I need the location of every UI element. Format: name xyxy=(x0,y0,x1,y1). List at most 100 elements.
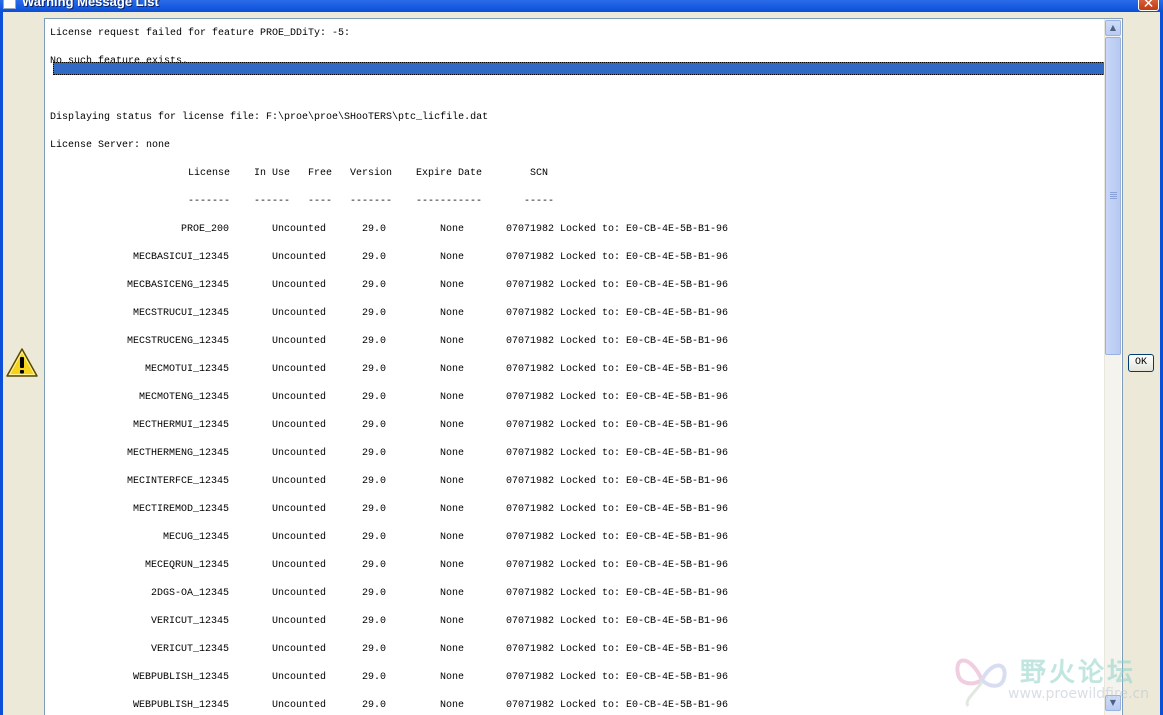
message-line: License Server: none xyxy=(50,140,171,151)
license-scn: 07071982 xyxy=(506,280,555,291)
license-name: MECTHERMUI_12345 xyxy=(132,420,229,431)
license-name: MECSTRUCUI_12345 xyxy=(132,308,229,319)
table-row: WEBPUBLISH_12345 Uncounted 29.0 None 070… xyxy=(50,671,1100,685)
table-row: MECEQRUN_12345 Uncounted 29.0 None 07071… xyxy=(50,559,1100,573)
vertical-scrollbar[interactable]: ▲ ▼ xyxy=(1104,19,1121,715)
separator-free: ---- xyxy=(308,196,333,207)
license-scn: 07071982 xyxy=(506,448,555,459)
license-name: MECTIREMOD_12345 xyxy=(132,504,229,515)
header-scn: SCN xyxy=(530,168,549,179)
table-row: MECBASICENG_12345 Uncounted 29.0 None 07… xyxy=(50,279,1100,293)
license-expire: None xyxy=(440,308,465,319)
license-version: 29.0 xyxy=(362,616,387,627)
window-title: Warning Message List xyxy=(22,0,159,9)
table-row: MECTHERMENG_12345 Uncounted 29.0 None 07… xyxy=(50,447,1100,461)
license-scn: 07071982 xyxy=(506,532,555,543)
license-lock: Locked to: E0-CB-4E-5B-B1-96 xyxy=(560,308,729,319)
license-expire: None xyxy=(440,392,465,403)
close-button[interactable]: ✕ xyxy=(1138,0,1159,12)
license-scn: 07071982 xyxy=(506,588,555,599)
message-list[interactable]: License request failed for feature PROE_… xyxy=(44,18,1123,715)
ok-button[interactable]: OK xyxy=(1128,354,1154,372)
license-name: MECINTERFCE_12345 xyxy=(126,476,229,487)
license-expire: None xyxy=(440,532,465,543)
table-row: MECMOTUI_12345 Uncounted 29.0 None 07071… xyxy=(50,363,1100,377)
table-row: MECUG_12345 Uncounted 29.0 None 07071982… xyxy=(50,531,1100,545)
license-lock: Locked to: E0-CB-4E-5B-B1-96 xyxy=(560,336,729,347)
license-scn: 07071982 xyxy=(506,560,555,571)
license-lock: Locked to: E0-CB-4E-5B-B1-96 xyxy=(560,504,729,515)
grip-icon xyxy=(1110,192,1117,200)
license-name: 2DGS-OA_12345 xyxy=(150,588,229,599)
selected-row-highlight[interactable] xyxy=(53,62,1107,75)
table-row: WEBPUBLISH_12345 Uncounted 29.0 None 070… xyxy=(50,699,1100,713)
license-lock: Locked to: E0-CB-4E-5B-B1-96 xyxy=(560,672,729,683)
license-scn: 07071982 xyxy=(506,672,555,683)
table-row: MECBASICUI_12345 Uncounted 29.0 None 070… xyxy=(50,251,1100,265)
license-name: MECTHERMENG_12345 xyxy=(126,448,229,459)
license-lock: Locked to: E0-CB-4E-5B-B1-96 xyxy=(560,532,729,543)
license-lock: Locked to: E0-CB-4E-5B-B1-96 xyxy=(560,588,729,599)
license-in-use: Uncounted xyxy=(272,672,327,683)
table-header-separator: ------- ------ ---- ------- ----------- … xyxy=(50,195,1100,209)
license-version: 29.0 xyxy=(362,364,387,375)
watermark-url: www.proewildfire.cn xyxy=(1008,686,1150,702)
watermark-text: 野火论坛 xyxy=(1020,658,1137,688)
license-expire: None xyxy=(440,448,465,459)
license-scn: 07071982 xyxy=(506,420,555,431)
license-expire: None xyxy=(440,476,465,487)
table-row: MECTIREMOD_12345 Uncounted 29.0 None 070… xyxy=(50,503,1100,517)
license-scn: 07071982 xyxy=(506,700,555,711)
license-lock: Locked to: E0-CB-4E-5B-B1-96 xyxy=(560,392,729,403)
license-version: 29.0 xyxy=(362,392,387,403)
license-lock: Locked to: E0-CB-4E-5B-B1-96 xyxy=(560,560,729,571)
license-version: 29.0 xyxy=(362,308,387,319)
license-lock: Locked to: E0-CB-4E-5B-B1-96 xyxy=(560,280,729,291)
license-scn: 07071982 xyxy=(506,308,555,319)
warning-icon xyxy=(6,348,38,377)
license-in-use: Uncounted xyxy=(272,448,327,459)
license-version: 29.0 xyxy=(362,644,387,655)
scroll-up-icon[interactable]: ▲ xyxy=(1105,20,1121,36)
license-in-use: Uncounted xyxy=(272,560,327,571)
license-expire: None xyxy=(440,700,465,711)
license-lock: Locked to: E0-CB-4E-5B-B1-96 xyxy=(560,364,729,375)
license-name: MECUG_12345 xyxy=(162,532,229,543)
license-expire: None xyxy=(440,560,465,571)
license-in-use: Uncounted xyxy=(272,420,327,431)
license-expire: None xyxy=(440,616,465,627)
license-in-use: Uncounted xyxy=(272,588,327,599)
license-version: 29.0 xyxy=(362,252,387,263)
license-lock: Locked to: E0-CB-4E-5B-B1-96 xyxy=(560,700,729,711)
license-expire: None xyxy=(440,644,465,655)
license-expire: None xyxy=(440,420,465,431)
license-in-use: Uncounted xyxy=(272,336,327,347)
window-icon xyxy=(3,0,16,9)
separator-in-use: ------ xyxy=(254,196,291,207)
table-row: 2DGS-OA_12345 Uncounted 29.0 None 070719… xyxy=(50,587,1100,601)
license-version: 29.0 xyxy=(362,224,387,235)
license-name: MECBASICUI_12345 xyxy=(132,252,229,263)
scrollbar-thumb[interactable] xyxy=(1105,37,1121,355)
license-scn: 07071982 xyxy=(506,476,555,487)
dialog-client-area: License request failed for feature PROE_… xyxy=(3,12,1160,715)
license-version: 29.0 xyxy=(362,560,387,571)
license-in-use: Uncounted xyxy=(272,700,327,711)
message-line: Displaying status for license file: F:\p… xyxy=(50,112,489,123)
license-expire: None xyxy=(440,588,465,599)
license-version: 29.0 xyxy=(362,280,387,291)
license-version: 29.0 xyxy=(362,672,387,683)
separator-expire-date: ----------- xyxy=(416,196,483,207)
header-free: Free xyxy=(308,168,333,179)
license-scn: 07071982 xyxy=(506,504,555,515)
table-row: MECINTERFCE_12345 Uncounted 29.0 None 07… xyxy=(50,475,1100,489)
license-scn: 07071982 xyxy=(506,252,555,263)
license-scn: 07071982 xyxy=(506,224,555,235)
table-row: MECMOTENG_12345 Uncounted 29.0 None 0707… xyxy=(50,391,1100,405)
table-row: MECSTRUCENG_12345 Uncounted 29.0 None 07… xyxy=(50,335,1100,349)
license-in-use: Uncounted xyxy=(272,224,327,235)
license-scn: 07071982 xyxy=(506,364,555,375)
table-row: VERICUT_12345 Uncounted 29.0 None 070719… xyxy=(50,643,1100,657)
title-bar[interactable]: Warning Message List ✕ xyxy=(0,0,1163,12)
license-expire: None xyxy=(440,672,465,683)
